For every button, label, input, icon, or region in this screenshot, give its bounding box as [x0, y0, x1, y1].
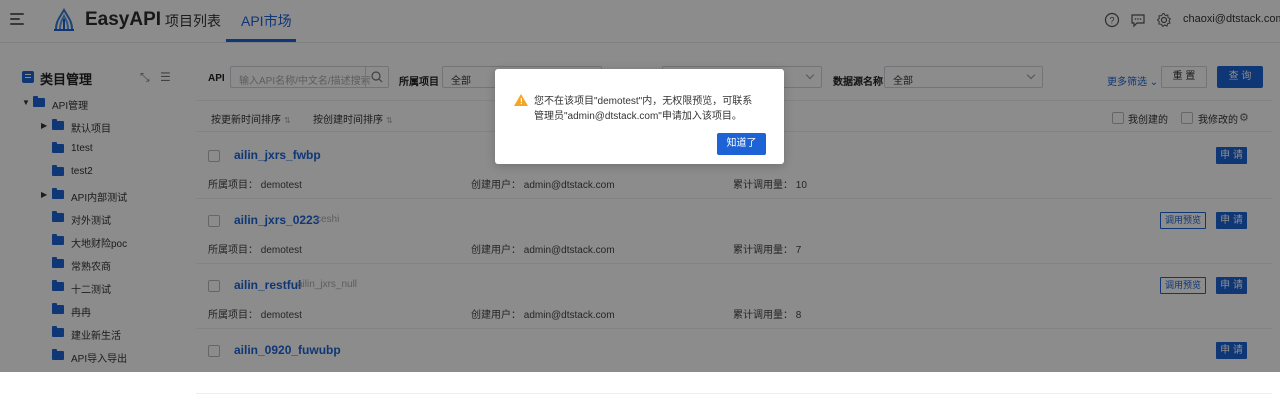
modal-mask[interactable]	[0, 0, 1280, 372]
ok-button[interactable]: 知道了	[717, 133, 766, 155]
modal-message: 您不在该项目"demotest"内，无权限预览，可联系管理员"admin@dts…	[534, 96, 753, 122]
permission-modal: ! 您不在该项目"demotest"内，无权限预览，可联系管理员"admin@d…	[495, 69, 784, 164]
warning-mark: !	[520, 97, 523, 106]
